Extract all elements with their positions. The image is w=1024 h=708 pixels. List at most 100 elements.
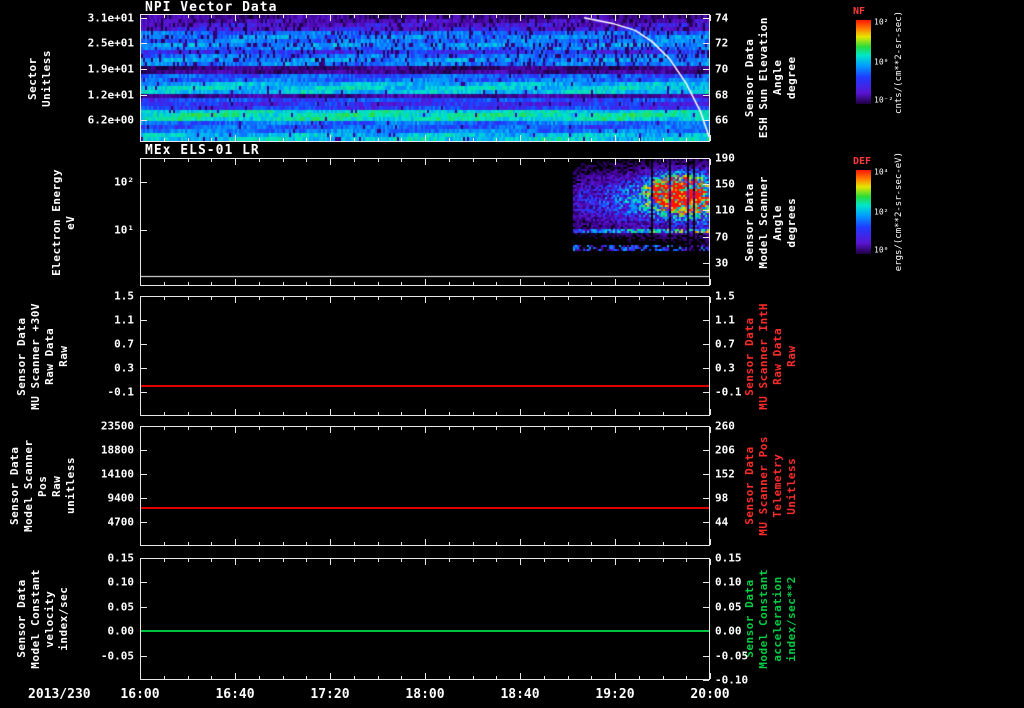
mu_scanner-left-tick-label: 0.7 [114, 337, 134, 351]
scanner_pos-x-tick-top [591, 427, 592, 430]
els-x-tick-bottom [710, 279, 711, 285]
model_constant-x-tick-bottom [330, 673, 331, 679]
mu_scanner-x-tick-top [283, 297, 284, 300]
scanner_pos-left-tick-label: 18800 [100, 443, 134, 457]
mu_scanner-right-tick-mark [703, 368, 709, 369]
scanner_pos-x-tick-bottom [235, 539, 236, 545]
model_constant-left-tick-label: -0.05 [100, 649, 134, 663]
time-axis-label: 20:00 [690, 687, 730, 702]
mu_scanner-right-tick-label: 0.7 [715, 337, 735, 351]
mu_scanner-x-tick-bottom [211, 412, 212, 415]
model_constant-right-tick-mark [703, 582, 709, 583]
model_constant-x-tick-top [425, 559, 426, 565]
npi-left-tick-mark [141, 18, 147, 19]
els-right-tick-mark [703, 263, 709, 264]
model_constant-x-tick-top [449, 559, 450, 562]
mu_scanner-x-tick-bottom [140, 409, 141, 415]
scanner_pos-x-tick-bottom [663, 542, 664, 545]
els-x-tick-bottom [283, 282, 284, 285]
model_constant-right-tick-mark [703, 680, 709, 681]
model_constant-left-tick-mark [141, 558, 147, 559]
scanner_pos-left-tick-label: 9400 [107, 491, 135, 505]
mu_scanner-x-tick-bottom [520, 409, 521, 415]
scanner_pos-x-tick-bottom [164, 542, 165, 545]
npi-left-tick-label: 6.2e+00 [87, 113, 134, 127]
npi-x-tick-bottom [473, 138, 474, 141]
scanner_pos-left-tick-label: 14100 [100, 467, 134, 481]
mu_scanner-left-tick-label: -0.1 [107, 385, 135, 399]
model_constant-x-tick-bottom [591, 676, 592, 679]
model_constant-right-tick-label: 0.05 [715, 600, 742, 614]
mu_scanner-x-tick-bottom [425, 409, 426, 415]
model_constant-x-tick-top [568, 559, 569, 562]
scanner_pos-x-tick-top [211, 427, 212, 430]
date-label: 2013/230 [28, 687, 91, 702]
scanner_pos-x-tick-bottom [425, 539, 426, 545]
mu_scanner-x-tick-bottom [473, 412, 474, 415]
model_constant-x-tick-bottom [663, 676, 664, 679]
def-colorbar-tick-label: 10⁰ [874, 245, 889, 255]
npi-x-tick-top [283, 15, 284, 18]
els-left-tick-label: 10¹ [114, 223, 134, 237]
def-colorbar-unit: ergs/(cm**2-sr-sec-eV) [894, 152, 904, 271]
els-x-tick-bottom [330, 279, 331, 285]
scanner_pos-x-tick-bottom [330, 539, 331, 545]
npi-x-tick-bottom [710, 135, 711, 141]
model_constant-x-tick-top [615, 559, 616, 565]
model_constant-x-tick-bottom [615, 673, 616, 679]
mu_scanner-x-tick-top [330, 297, 331, 303]
time-axis-label: 16:40 [215, 687, 255, 702]
npi-right-tick-label: 68 [715, 88, 729, 102]
mu-scanner-line-panel [140, 296, 710, 416]
model_constant-x-tick-top [283, 559, 284, 562]
els-x-tick-bottom [164, 282, 165, 285]
nf-colorbar-tick-label: 10⁰ [874, 57, 889, 67]
mu_scanner-left-tick-label: 1.1 [114, 313, 134, 327]
model_constant-x-tick-bottom [710, 673, 711, 679]
npi-x-tick-bottom [425, 135, 426, 141]
model_constant-x-tick-top [591, 559, 592, 562]
npi-x-tick-top [496, 15, 497, 18]
mu_scanner-x-tick-top [235, 297, 236, 303]
npi-x-tick-bottom [211, 138, 212, 141]
npi-x-tick-bottom [686, 138, 687, 141]
scanner_pos-left-tick-mark [141, 426, 147, 427]
model_constant-x-tick-bottom [544, 676, 545, 679]
npi-spectrogram-canvas [141, 15, 709, 141]
mu_scanner-x-tick-top [520, 297, 521, 303]
mu_scanner-x-tick-top [449, 297, 450, 300]
els-x-tick-top [164, 159, 165, 162]
mu_scanner-x-tick-top [211, 297, 212, 300]
scanner_pos-x-tick-top [235, 427, 236, 433]
scanner_pos-x-tick-top [686, 427, 687, 430]
scanner_pos-right-tick-label: 260 [715, 419, 735, 433]
npi-x-tick-top [235, 15, 236, 21]
npi-x-tick-bottom [544, 138, 545, 141]
scanner_pos-x-tick-top [496, 427, 497, 430]
els-x-tick-top [140, 159, 141, 165]
els-x-tick-bottom [306, 282, 307, 285]
scanner_pos-right-tick-mark [703, 426, 709, 427]
model_constant-right-tick-label: -0.05 [715, 649, 749, 663]
npi-x-tick-top [259, 15, 260, 18]
scanner_pos-right-tick-mark [703, 498, 709, 499]
scanner_pos-x-tick-bottom [306, 542, 307, 545]
mu_scanner-x-tick-bottom [164, 412, 165, 415]
scanner_pos-x-tick-top [401, 427, 402, 430]
npi-x-tick-bottom [259, 138, 260, 141]
npi-x-tick-bottom [306, 138, 307, 141]
mu_scanner-right-tick-mark [703, 392, 709, 393]
els-x-tick-top [306, 159, 307, 162]
mu_scanner-x-tick-top [710, 297, 711, 303]
npi-x-tick-bottom [140, 135, 141, 141]
npi-right-tick-mark [703, 18, 709, 19]
model_constant-x-tick-top [354, 559, 355, 562]
def-colorbar [856, 170, 871, 254]
els-x-tick-top [686, 159, 687, 162]
model_constant-right-tick-mark [703, 558, 709, 559]
time-axis-label: 16:00 [120, 687, 160, 702]
time-axis-label: 18:40 [500, 687, 540, 702]
model_constant-x-tick-top [520, 559, 521, 565]
scanner_pos-x-tick-bottom [615, 539, 616, 545]
npi-x-tick-top [473, 15, 474, 18]
